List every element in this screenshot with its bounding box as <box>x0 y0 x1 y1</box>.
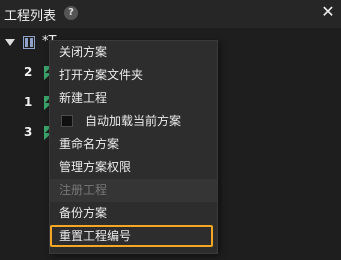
project-number: 2 <box>24 65 33 79</box>
menu-item-manage-permissions[interactable]: 管理方案权限 <box>50 156 217 179</box>
menu-item-close-solution[interactable]: 关闭方案 <box>50 41 217 64</box>
solution-icon <box>23 36 35 49</box>
expand-triangle-icon[interactable] <box>5 39 15 46</box>
menu-item-label: 自动加载当前方案 <box>85 114 182 128</box>
menu-item-register-project: 注册工程 <box>50 179 217 202</box>
project-number: 1 <box>24 95 33 109</box>
menu-item-label: 重命名方案 <box>59 137 120 151</box>
panel-title: 工程列表 <box>4 9 57 24</box>
project-number: 3 <box>24 125 33 139</box>
auto-load-checkbox[interactable] <box>61 115 73 127</box>
help-icon[interactable]: ? <box>64 6 78 20</box>
project-list-panel: 工程列表 ? ✕ *T 2 1 3 关闭方案 打开方案文件 <box>0 0 341 260</box>
menu-item-backup-solution[interactable]: 备份方案 <box>50 202 217 225</box>
menu-item-label: 新建工程 <box>59 91 108 105</box>
menu-item-label: 关闭方案 <box>59 45 108 59</box>
menu-item-label: 注册工程 <box>59 183 108 197</box>
menu-item-auto-load[interactable]: 自动加载当前方案 <box>50 110 217 133</box>
close-icon[interactable]: ✕ <box>319 3 337 21</box>
panel-header: 工程列表 ? ✕ <box>0 0 341 28</box>
menu-item-reset-project-numbers[interactable]: 重置工程编号 <box>50 225 213 247</box>
menu-item-rename-solution[interactable]: 重命名方案 <box>50 133 217 156</box>
context-menu: 关闭方案 打开方案文件夹 新建工程 自动加载当前方案 重命名方案 管理方案权限 … <box>49 40 218 254</box>
menu-item-label: 打开方案文件夹 <box>59 68 144 82</box>
menu-item-label: 备份方案 <box>59 206 108 220</box>
menu-item-label: 管理方案权限 <box>59 160 132 174</box>
menu-item-new-project[interactable]: 新建工程 <box>50 87 217 110</box>
menu-item-open-solution-folder[interactable]: 打开方案文件夹 <box>50 64 217 87</box>
menu-item-label: 重置工程编号 <box>59 229 132 243</box>
